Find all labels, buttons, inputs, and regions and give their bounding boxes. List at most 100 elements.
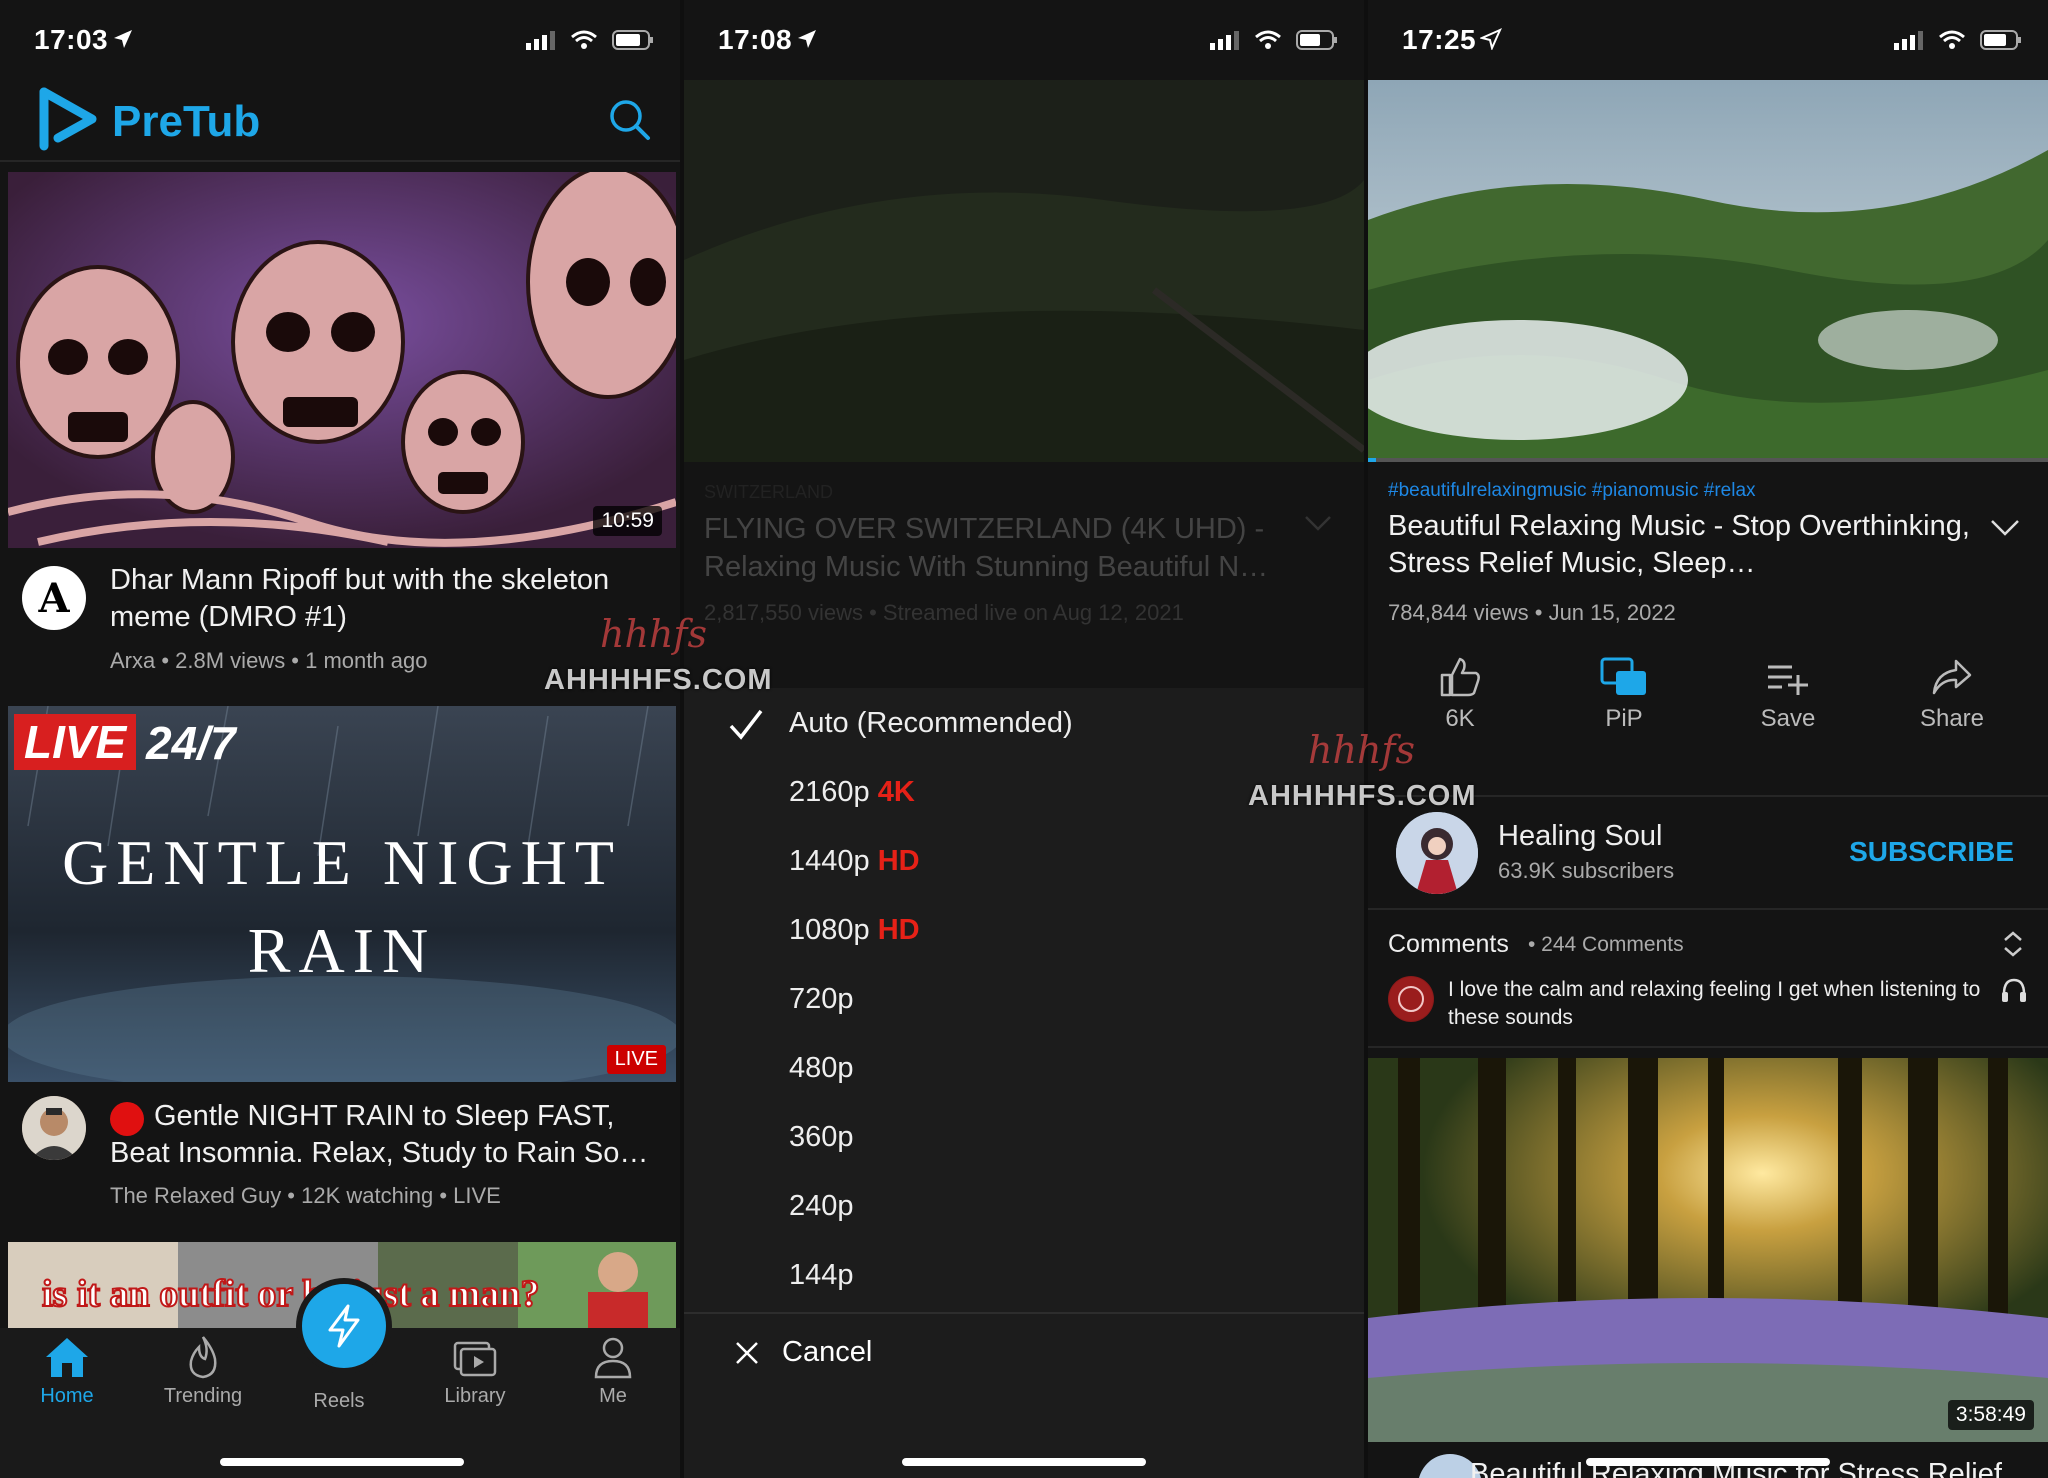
- header-divider: [0, 160, 680, 162]
- signal-icon: [526, 30, 556, 55]
- quality-option-240p[interactable]: 240p: [789, 1190, 854, 1223]
- tab-label: Me: [599, 1385, 627, 1407]
- reels-fab-button[interactable]: [296, 1278, 392, 1374]
- status-time: 17:03: [34, 24, 109, 55]
- home-screen: 17:03 PreTub 10:59 A Dhar Mann Ripoff bu…: [0, 0, 680, 1478]
- video-meta: The Relaxed Guy • 12K watching • LIVE: [110, 1183, 501, 1208]
- comments-header[interactable]: Comments: [1388, 930, 1509, 959]
- status-time: 17:25: [1402, 24, 1477, 55]
- top-comment: I love the calm and relaxing feeling I g…: [1448, 978, 1981, 1029]
- share-icon: [1932, 659, 1972, 695]
- switzerland-video-frame: [684, 80, 1364, 462]
- quality-label: 360p: [789, 1121, 854, 1153]
- channel-art-icon: [1396, 812, 1478, 894]
- expand-chevron-icon[interactable]: [1990, 518, 2020, 543]
- location-arrow-icon: [112, 28, 134, 55]
- watch-screen: #beautifulrelaxingmusic #pianomusic #rel…: [1368, 0, 2048, 1478]
- home-indicator: [220, 1458, 464, 1466]
- avatar-initial: A: [38, 574, 70, 622]
- watermark-script: hhhfs: [600, 612, 707, 656]
- app-name: PreTub: [112, 96, 261, 146]
- channel-name[interactable]: Healing Soul: [1498, 820, 1662, 853]
- video-player[interactable]: [684, 80, 1364, 462]
- quality-badge: 4K: [877, 776, 915, 808]
- subscribe-button[interactable]: SUBSCRIBE: [1849, 836, 2014, 868]
- channel-avatar[interactable]: [1396, 812, 1478, 894]
- video-title[interactable]: Dhar Mann Ripoff but with the skeleton m…: [110, 562, 650, 636]
- library-icon: [453, 1341, 497, 1377]
- quality-option-1440p[interactable]: 1440p HD: [789, 845, 920, 878]
- home-indicator: [902, 1458, 1146, 1466]
- tab-reels[interactable]: Reels: [284, 1390, 394, 1413]
- video-progress-track[interactable]: [1368, 458, 2048, 462]
- quality-option-144p[interactable]: 144p: [789, 1259, 854, 1292]
- expand-chevron-icon: [1304, 515, 1332, 538]
- action-label: 6K: [1445, 705, 1475, 732]
- cancel-button[interactable]: Cancel: [734, 1336, 872, 1369]
- thumbs-up-icon: [1440, 657, 1480, 697]
- video-progress-fill: [1368, 458, 1376, 462]
- thumb-caption: is it an outfit or he just a man?: [41, 1272, 541, 1316]
- location-arrow-icon: [796, 28, 818, 55]
- quality-label: 2160p: [789, 776, 870, 808]
- tab-library[interactable]: Library: [420, 1335, 530, 1408]
- pip-button[interactable]: PiP: [1564, 655, 1684, 733]
- divider: [1368, 1046, 2048, 1048]
- signal-icon: [1210, 30, 1240, 55]
- bg-video-meta: 2,817,550 views • Streamed live on Aug 1…: [704, 600, 1184, 625]
- quality-label: Auto (Recommended): [789, 707, 1073, 739]
- quality-badge: HD: [877, 845, 920, 877]
- save-button[interactable]: Save: [1728, 655, 1848, 733]
- quality-option-2160p[interactable]: 2160p 4K: [789, 776, 915, 809]
- video-title[interactable]: Gentle NIGHT RAIN to Sleep FAST, Beat In…: [110, 1098, 658, 1172]
- commenter-avatar: [1388, 976, 1434, 1022]
- quality-label: 1080p: [789, 914, 870, 946]
- video-duration: 3:58:49: [1947, 1400, 2034, 1430]
- video-thumbnail[interactable]: LIVE 24/7 GENTLE NIGHT RAIN LIVE: [8, 706, 676, 1082]
- like-button[interactable]: 6K: [1400, 655, 1520, 733]
- quality-option-auto[interactable]: Auto (Recommended): [789, 707, 1073, 740]
- battery-icon: [612, 30, 654, 55]
- quality-option-480p[interactable]: 480p: [789, 1052, 854, 1085]
- tab-label: Reels: [313, 1390, 365, 1412]
- quality-option-720p[interactable]: 720p: [789, 983, 854, 1016]
- tab-home[interactable]: Home: [12, 1335, 122, 1408]
- quality-option-360p[interactable]: 360p: [789, 1121, 854, 1154]
- quality-label: 144p: [789, 1259, 854, 1291]
- video-hashtags[interactable]: #beautifulrelaxingmusic #pianomusic #rel…: [1388, 480, 1756, 502]
- status-bar: 17:25: [1368, 0, 2048, 80]
- tab-me[interactable]: Me: [558, 1335, 668, 1408]
- expand-collapse-icon[interactable]: [2002, 930, 2024, 963]
- cancel-label: Cancel: [782, 1336, 873, 1368]
- tab-label: Trending: [163, 1385, 243, 1407]
- watermark-script: hhhfs: [1308, 728, 1415, 772]
- video-duration: 10:59: [593, 506, 662, 536]
- video-player[interactable]: [1368, 80, 2048, 462]
- close-icon: [736, 1341, 758, 1364]
- quality-label: 240p: [789, 1190, 854, 1222]
- quality-option-1080p[interactable]: 1080p HD: [789, 914, 920, 947]
- wifi-icon: [1254, 30, 1282, 55]
- forest-thumb-artwork: [1368, 1058, 2048, 1442]
- video-thumbnail[interactable]: 10:59: [8, 172, 676, 548]
- person-photo-icon: [22, 1096, 86, 1160]
- app-logo: PreTub: [36, 86, 260, 157]
- status-bar: 17:03: [0, 0, 680, 80]
- video-title: Beautiful Relaxing Music - Stop Overthin…: [1388, 510, 1970, 579]
- channel-avatar[interactable]: [22, 1096, 86, 1160]
- video-thumbnail[interactable]: 3:58:49: [1368, 1058, 2048, 1442]
- lightning-icon: [328, 1304, 360, 1348]
- search-icon[interactable]: [608, 98, 652, 147]
- channel-avatar[interactable]: A: [22, 566, 86, 630]
- tab-label: Home: [40, 1385, 94, 1407]
- video-meta: 784,844 views • Jun 15, 2022: [1388, 600, 1676, 625]
- share-button[interactable]: Share: [1892, 655, 2012, 733]
- tab-trending[interactable]: Trending: [148, 1335, 258, 1408]
- live-badge-text: LIVE: [24, 716, 127, 768]
- bg-video-tag: SWITZERLAND: [704, 482, 834, 502]
- action-label: Share: [1919, 705, 1985, 732]
- skeleton-artwork: [8, 172, 676, 548]
- battery-icon: [1296, 30, 1338, 55]
- thumb-headline-1: GENTLE NIGHT: [62, 827, 622, 898]
- action-label: PiP: [1605, 705, 1643, 732]
